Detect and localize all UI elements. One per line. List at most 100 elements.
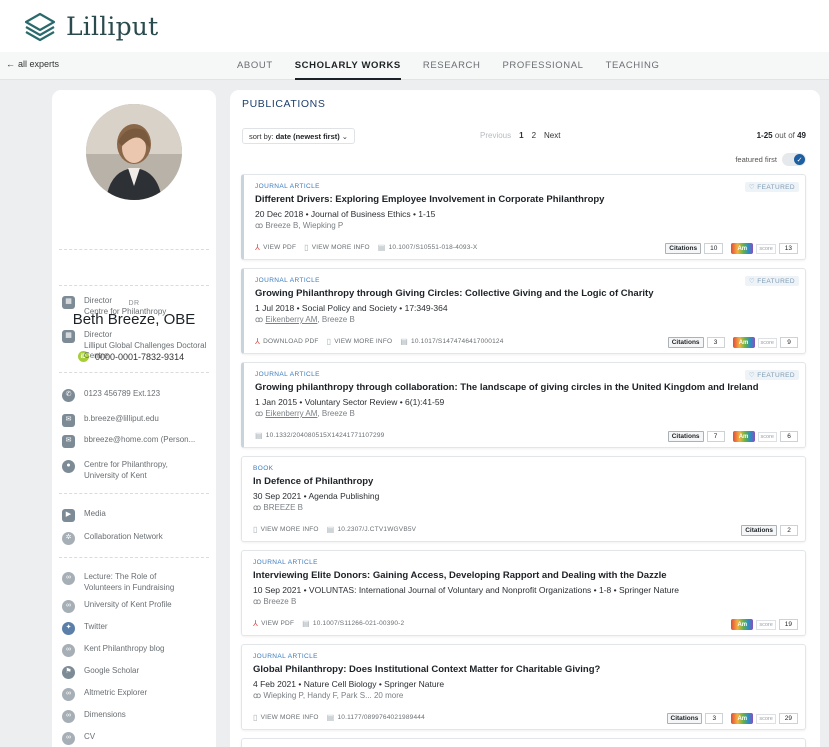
brand-name[interactable]: Lilliput [66, 12, 158, 41]
email-personal-item[interactable]: ✉ bbreeze@home.com (Person... [62, 435, 212, 448]
citations-badge[interactable]: Citations 3 [667, 337, 725, 348]
link-icon: ∞ [62, 710, 75, 723]
publication-type: JOURNAL ARTICLE [255, 371, 320, 378]
position-title: Director [84, 296, 113, 305]
media-icon: ▶ [62, 509, 75, 522]
view-more-info-link[interactable]: ▯ VIEW MORE INFO [327, 337, 393, 346]
tab-scholarly-works[interactable]: SCHOLARLY WORKS [294, 52, 401, 80]
tab-professional[interactable]: PROFESSIONAL [502, 52, 583, 80]
publication-card[interactable]: JOURNAL ARTICLE ♡ FEATURED Different Dri… [241, 174, 806, 260]
altmetric-badge[interactable]: Am score 6 [732, 431, 798, 442]
featured-first-toggle[interactable]: ✓ [782, 153, 806, 166]
publication-type: JOURNAL ARTICLE [253, 653, 318, 660]
doi-icon: ▤ [326, 525, 335, 534]
view-pdf-link[interactable]: ⅄ VIEW PDF [255, 243, 296, 252]
publication-metrics: Citations 2 [741, 525, 798, 536]
altmetric-icon: Am [732, 337, 755, 348]
publication-title[interactable]: In Defence of Philanthropy [253, 476, 373, 487]
citations-badge[interactable]: Citations 2 [741, 525, 798, 536]
doi-icon: ▤ [400, 337, 409, 346]
publication-card[interactable] [241, 738, 806, 747]
back-to-experts-link[interactable]: ← all experts [6, 59, 59, 69]
citations-badge[interactable]: Citations 3 [666, 713, 724, 724]
tab-research[interactable]: RESEARCH [423, 52, 481, 80]
page-2-button[interactable]: 2 [532, 131, 536, 140]
media-link[interactable]: ▶ Media [62, 509, 212, 522]
next-page-button[interactable]: Next [544, 131, 560, 140]
collaboration-network-link[interactable]: ✲ Collaboration Network [62, 532, 212, 545]
web-link[interactable]: ⚑ Google Scholar [62, 666, 212, 679]
citations-badge[interactable]: Citations 7 [667, 431, 725, 442]
publication-card[interactable]: JOURNAL ARTICLE Global Philanthropy: Doe… [241, 644, 806, 730]
doi-link[interactable]: ▤ 10.1017/S1474746417000124 [400, 337, 503, 346]
view-more-info-link[interactable]: ▯ VIEW MORE INFO [253, 713, 319, 722]
previous-page-button[interactable]: Previous [480, 131, 511, 140]
web-link[interactable]: ✦ Twitter [62, 622, 212, 635]
publications-heading: PUBLICATIONS [242, 98, 326, 110]
people-icon: ꝏ [253, 691, 262, 700]
featured-first-toggle-row: featured first ✓ [735, 153, 806, 166]
tab-about[interactable]: ABOUT [237, 52, 273, 80]
location-text: Centre for Philanthropy, University of K… [84, 460, 168, 480]
top-header: Lilliput [0, 0, 829, 52]
altmetric-icon: Am [731, 243, 754, 254]
web-link[interactable]: ∞ Kent Philanthropy blog [62, 644, 212, 657]
doi-link[interactable]: ▤ 10.1177/0899764021989444 [327, 713, 425, 722]
citations-count: 3 [706, 337, 725, 348]
email-work-item[interactable]: ✉ b.breeze@lilliput.edu [62, 414, 212, 427]
publication-card[interactable]: JOURNAL ARTICLE ♡ FEATURED Growing phila… [241, 362, 806, 448]
chevron-down-icon: ⌄ [341, 131, 349, 141]
altmetric-badge[interactable]: Am score 19 [731, 619, 798, 630]
view-more-info-link[interactable]: ▯ VIEW MORE INFO [253, 525, 319, 534]
altmetric-score: 9 [780, 337, 798, 348]
download-pdf-link[interactable]: ⅄ DOWNLOAD PDF [255, 337, 319, 346]
twitter-icon: ✦ [62, 622, 75, 635]
publication-title[interactable]: Growing philanthropy through collaborati… [255, 382, 759, 393]
publication-links: ⅄ VIEW PDF ▯ VIEW MORE INFO ▤ 10.1007/S1055… [255, 243, 477, 252]
publication-meta: 10 Sep 2021 • VOLUNTAS: International Jo… [253, 585, 679, 595]
web-link[interactable]: ∞ Dimensions [62, 710, 212, 723]
featured-first-label: featured first [735, 155, 777, 164]
publication-authors: ꝏ Wiepking P, Handy F, Park S... 20 more [253, 691, 404, 700]
location-pin-icon: ● [62, 460, 75, 473]
publication-metrics: Citations 7 Am score 6 [667, 431, 798, 442]
publication-title[interactable]: Interviewing Elite Donors: Gaining Acces… [253, 570, 667, 581]
publication-type: JOURNAL ARTICLE [255, 277, 320, 284]
web-link[interactable]: ∞ CV [62, 732, 212, 745]
web-link[interactable]: ∞ Lecture: The Role of Volunteers in Fun… [62, 572, 212, 593]
publication-card[interactable]: JOURNAL ARTICLE ♡ FEATURED Growing Phila… [241, 268, 806, 354]
email-icon: ✉ [62, 414, 75, 427]
publication-title[interactable]: Growing Philanthropy through Giving Circ… [255, 288, 654, 299]
view-pdf-link[interactable]: ⅄ VIEW PDF [253, 619, 294, 628]
pdf-icon: ⅄ [255, 243, 261, 252]
view-more-info-link[interactable]: ▯ VIEW MORE INFO [304, 243, 370, 252]
web-link[interactable]: ∞ Altmetric Explorer [62, 688, 212, 701]
pdf-icon: ⅄ [255, 337, 261, 346]
sort-dropdown[interactable]: sort by: date (newest first) ⌄ [242, 128, 356, 144]
altmetric-badge[interactable]: Am score 9 [732, 337, 798, 348]
doi-link[interactable]: ▤ 10.1007/S11266-021-00390-2 [302, 619, 404, 628]
altmetric-badge[interactable]: Am score 29 [731, 713, 798, 724]
publication-title[interactable]: Different Drivers: Exploring Employee In… [255, 194, 604, 205]
sort-value: date (newest first) [275, 131, 340, 141]
media-label: Media [84, 509, 106, 518]
web-link-label: Altmetric Explorer [84, 688, 148, 697]
publication-card[interactable]: JOURNAL ARTICLE Interviewing Elite Donor… [241, 550, 806, 636]
phone-item[interactable]: ✆ 0123 456789 Ext.123 [62, 389, 212, 402]
page-1-button[interactable]: 1 [519, 131, 523, 140]
publication-metrics: Citations 10 Am score 13 [665, 243, 798, 254]
publication-card[interactable]: BOOK In Defence of Philanthropy 30 Sep 2… [241, 456, 806, 542]
altmetric-badge[interactable]: Am score 13 [731, 243, 798, 254]
citations-badge[interactable]: Citations 10 [665, 243, 724, 254]
tab-teaching[interactable]: TEACHING [606, 52, 660, 80]
publication-title[interactable]: Global Philanthropy: Does Institutional … [253, 664, 600, 675]
doi-link[interactable]: ▤ 10.2307/J.CTV1WGVB5V [327, 525, 417, 534]
divider [59, 557, 209, 558]
web-link[interactable]: ∞ University of Kent Profile [62, 600, 212, 613]
doi-link[interactable]: ▤ 10.1007/S10551-018-4093-X [378, 243, 478, 252]
position-title: Director [84, 330, 113, 339]
doi-link[interactable]: ▤ 10.1332/204080515X14241771107299 [255, 431, 384, 440]
location-item[interactable]: ● Centre for Philanthropy, University of… [62, 460, 212, 481]
position-org: Centre for Philanthropy [84, 306, 167, 316]
lilliput-logo-icon[interactable] [22, 10, 58, 42]
